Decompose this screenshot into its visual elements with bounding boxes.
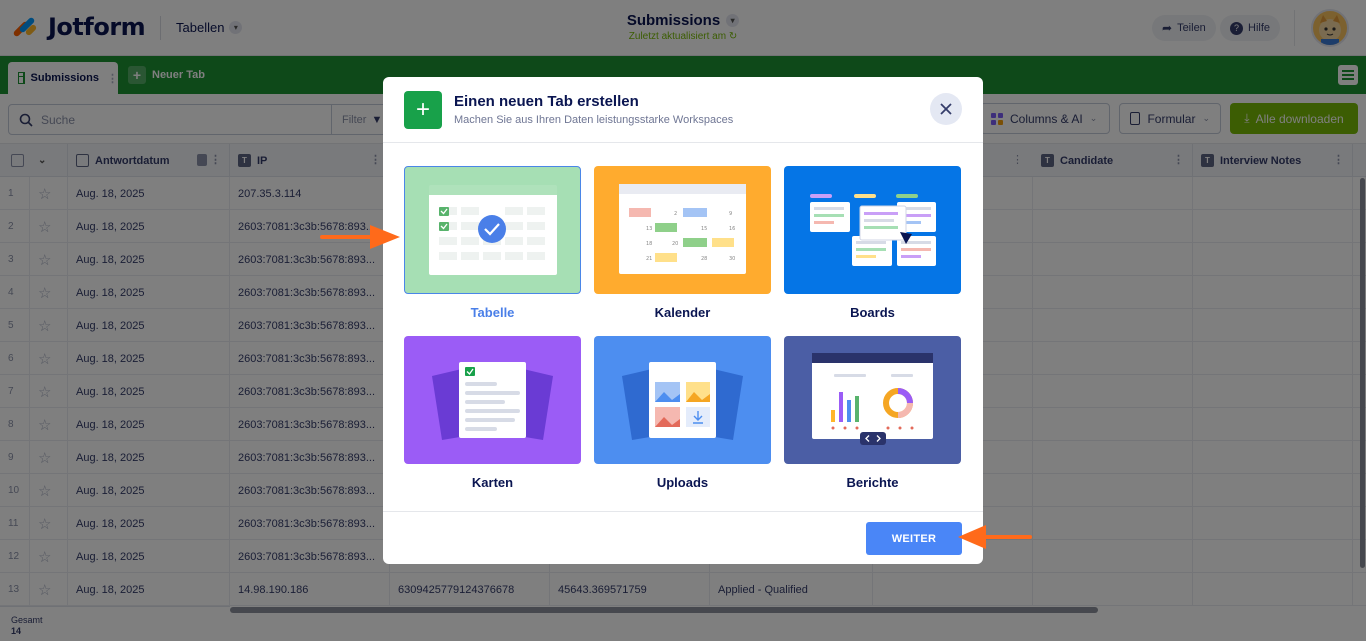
calendar-illustration: 2 9 13 15 16 18 20 21 28 30	[594, 166, 771, 294]
reports-illustration	[784, 336, 961, 464]
svg-text:9: 9	[729, 211, 732, 217]
option-calendar[interactable]: 2 9 13 15 16 18 20 21 28 30 Kalender	[594, 166, 771, 320]
arrow-annotation-icon	[958, 525, 1032, 549]
cards-illustration	[404, 336, 581, 464]
svg-text:18: 18	[646, 241, 652, 247]
modal-footer: WEITER	[383, 511, 983, 564]
option-label: Karten	[471, 475, 514, 490]
option-boards[interactable]: Boards	[784, 166, 961, 320]
svg-text:21: 21	[646, 256, 652, 262]
svg-text:16: 16	[729, 226, 735, 232]
option-label: Boards	[850, 305, 895, 320]
uploads-illustration	[594, 336, 771, 464]
option-label: Tabelle	[470, 305, 515, 320]
svg-text:13: 13	[646, 226, 652, 232]
svg-text:15: 15	[701, 226, 707, 232]
modal-header: + Einen neuen Tab erstellen Machen Sie a…	[383, 77, 983, 143]
option-cards[interactable]: Karten	[404, 336, 581, 490]
option-reports[interactable]: Berichte	[784, 336, 961, 490]
option-label: Kalender	[654, 305, 711, 320]
close-icon	[940, 103, 952, 115]
option-label: Uploads	[656, 475, 709, 490]
modal-subtitle: Machen Sie aus Ihren Daten leistungsstar…	[454, 114, 734, 126]
boards-illustration	[784, 166, 961, 294]
close-button[interactable]	[930, 93, 962, 125]
option-label: Berichte	[846, 475, 899, 490]
modal-title: Einen neuen Tab erstellen	[454, 93, 639, 110]
option-uploads[interactable]: Uploads	[594, 336, 771, 490]
svg-text:30: 30	[729, 256, 735, 262]
plus-icon: +	[404, 91, 442, 129]
table-illustration	[404, 166, 581, 294]
next-button[interactable]: WEITER	[866, 522, 962, 555]
create-tab-modal: + Einen neuen Tab erstellen Machen Sie a…	[383, 77, 983, 564]
svg-text:20: 20	[672, 241, 678, 247]
svg-text:2: 2	[674, 211, 677, 217]
svg-text:28: 28	[701, 256, 707, 262]
option-table[interactable]: Tabelle	[404, 166, 581, 320]
arrow-annotation-icon	[320, 225, 400, 249]
